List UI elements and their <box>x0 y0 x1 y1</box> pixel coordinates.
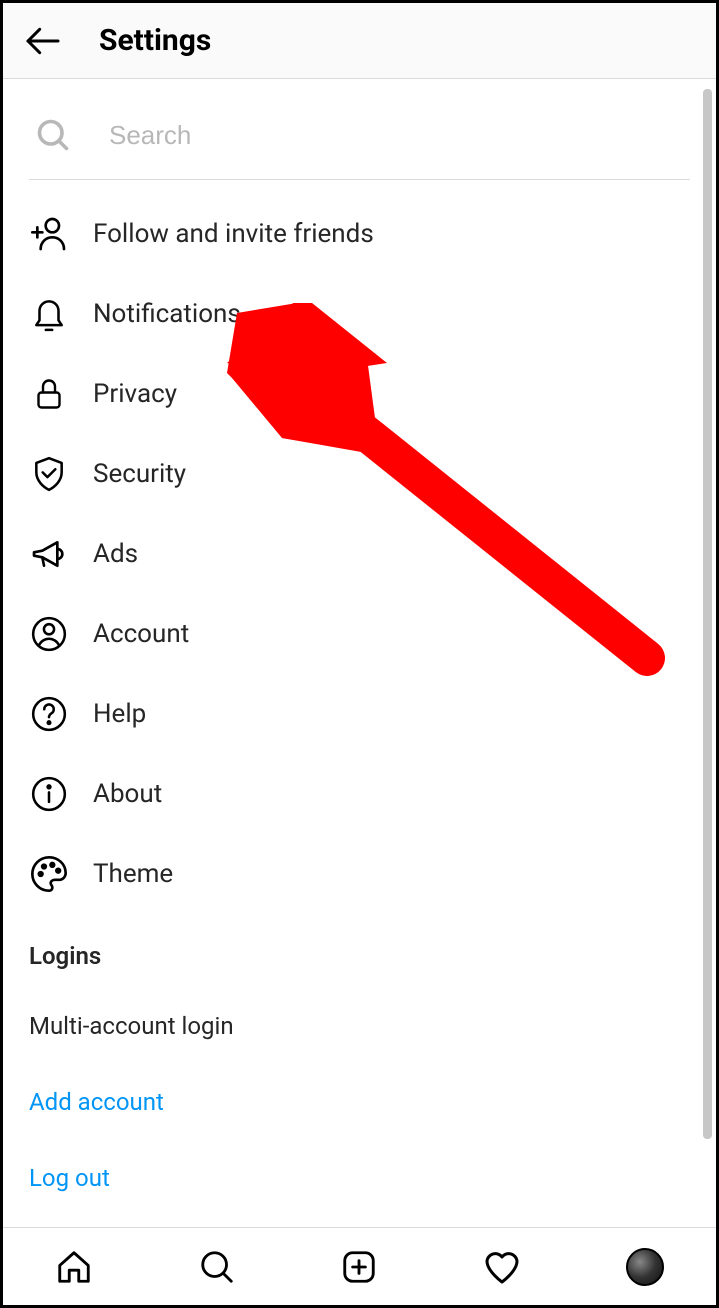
logout-link[interactable]: Log out <box>29 1140 690 1216</box>
search-row[interactable] <box>29 83 690 180</box>
settings-menu: Follow and invite friends Notifications … <box>29 180 690 914</box>
search-icon <box>198 1248 236 1286</box>
menu-item-privacy[interactable]: Privacy <box>29 354 690 434</box>
menu-label: About <box>93 779 162 809</box>
menu-item-help[interactable]: Help <box>29 674 690 754</box>
nav-search[interactable] <box>193 1243 241 1291</box>
palette-icon <box>29 854 69 894</box>
nav-new-post[interactable] <box>335 1243 383 1291</box>
nav-activity[interactable] <box>478 1243 526 1291</box>
menu-label: Ads <box>93 539 138 569</box>
menu-label: Account <box>93 619 189 649</box>
menu-label: Notifications <box>93 299 241 329</box>
shield-icon <box>29 454 69 494</box>
plus-square-icon <box>340 1248 378 1286</box>
menu-item-follow-invite[interactable]: Follow and invite friends <box>29 194 690 274</box>
menu-item-theme[interactable]: Theme <box>29 834 690 914</box>
megaphone-icon <box>29 534 69 574</box>
page-title: Settings <box>99 23 211 58</box>
info-circle-icon <box>29 774 69 814</box>
heart-icon <box>482 1247 522 1287</box>
search-input[interactable] <box>109 120 686 151</box>
multi-account-login[interactable]: Multi-account login <box>29 988 690 1064</box>
header-bar: Settings <box>3 3 716 79</box>
bell-icon <box>29 294 69 334</box>
nav-home[interactable] <box>50 1243 98 1291</box>
search-icon <box>33 115 73 155</box>
lock-icon <box>29 374 69 414</box>
settings-content[interactable]: Follow and invite friends Notifications … <box>3 83 716 1227</box>
home-icon <box>55 1248 93 1286</box>
add-person-icon <box>29 214 69 254</box>
menu-label: Theme <box>93 859 173 889</box>
person-circle-icon <box>29 614 69 654</box>
menu-label: Follow and invite friends <box>93 219 374 249</box>
menu-label: Security <box>93 459 186 489</box>
back-button[interactable] <box>17 15 69 67</box>
menu-item-security[interactable]: Security <box>29 434 690 514</box>
menu-item-account[interactable]: Account <box>29 594 690 674</box>
back-arrow-icon <box>23 21 63 61</box>
menu-item-ads[interactable]: Ads <box>29 514 690 594</box>
logins-section-title: Logins <box>29 914 690 988</box>
nav-profile[interactable] <box>621 1243 669 1291</box>
bottom-nav <box>3 1227 716 1305</box>
menu-item-about[interactable]: About <box>29 754 690 834</box>
menu-item-notifications[interactable]: Notifications <box>29 274 690 354</box>
avatar-icon <box>626 1248 664 1286</box>
menu-label: Privacy <box>93 379 177 409</box>
scrollbar[interactable] <box>703 89 712 1139</box>
add-account-link[interactable]: Add account <box>29 1064 690 1140</box>
question-circle-icon <box>29 694 69 734</box>
menu-label: Help <box>93 699 146 729</box>
